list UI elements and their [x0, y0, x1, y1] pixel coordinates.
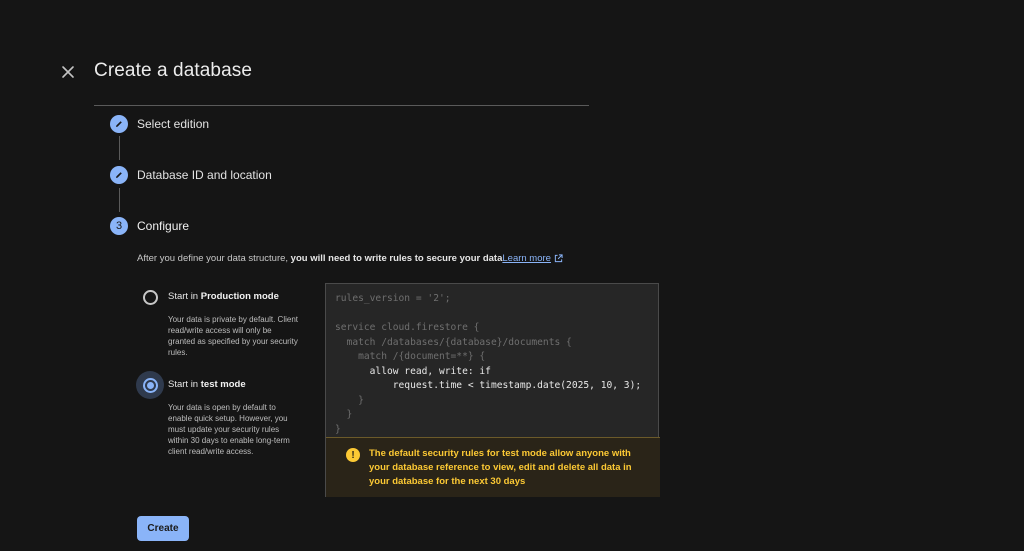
close-icon [62, 66, 74, 78]
code-line: service cloud.firestore { [335, 322, 480, 333]
option-prefix: Start in [168, 379, 201, 390]
learn-more-link[interactable]: Learn more [502, 253, 551, 264]
rules-info-text: After you define your data structure, yo… [137, 253, 563, 264]
radio-unchecked-icon [142, 289, 158, 305]
step-configure: Configure [137, 219, 190, 233]
production-mode-label[interactable]: Start in Production mode [168, 291, 279, 302]
create-button[interactable]: Create [137, 516, 189, 541]
test-mode-label[interactable]: Start in test mode [168, 379, 246, 390]
warning-text: The default security rules for test mode… [369, 448, 632, 487]
code-line: } [335, 423, 341, 435]
production-mode-radio[interactable] [136, 283, 164, 311]
test-mode-radio[interactable] [136, 371, 164, 399]
step-3-number: 3 [110, 217, 128, 235]
code-line: } [335, 394, 364, 406]
step-1-pencil-icon [110, 115, 128, 133]
code-line: rules_version = '2'; [335, 293, 451, 304]
code-line: match /databases/{database}/documents { [335, 336, 572, 348]
step-2-pencil-icon [110, 166, 128, 184]
code-line: request.time < timestamp.date(2025, 10, … [335, 380, 642, 391]
step-database-id-location[interactable]: Database ID and location [137, 168, 272, 182]
security-rules-panel: rules_version = '2'; service cloud.fires… [325, 283, 660, 497]
page-title: Create a database [94, 60, 253, 81]
close-button[interactable] [58, 62, 78, 82]
test-mode-warning: ! The default security rules for test mo… [326, 437, 660, 497]
code-line: } [335, 409, 353, 420]
step-select-edition[interactable]: Select edition [137, 117, 209, 131]
test-mode-description: Your data is open by default to enable q… [168, 403, 290, 456]
option-bold: Production mode [200, 291, 279, 302]
step-connector [119, 188, 120, 212]
radio-checked-icon [142, 377, 158, 393]
header-divider [94, 105, 589, 106]
production-mode-description: Your data is private by default. Client … [168, 315, 299, 357]
code-line: match /{document=**} { [335, 351, 486, 362]
step-connector [119, 136, 120, 160]
option-bold: test mode [200, 379, 246, 390]
info-prefix: After you define your data structure, [137, 253, 291, 264]
code-line: allow read, write: if [335, 365, 491, 377]
info-bold: you will need to write rules to secure y… [290, 253, 503, 264]
option-prefix: Start in [168, 291, 201, 302]
warning-icon: ! [346, 448, 360, 462]
security-rules-code: rules_version = '2'; service cloud.fires… [335, 292, 641, 437]
external-link-icon [554, 254, 563, 263]
